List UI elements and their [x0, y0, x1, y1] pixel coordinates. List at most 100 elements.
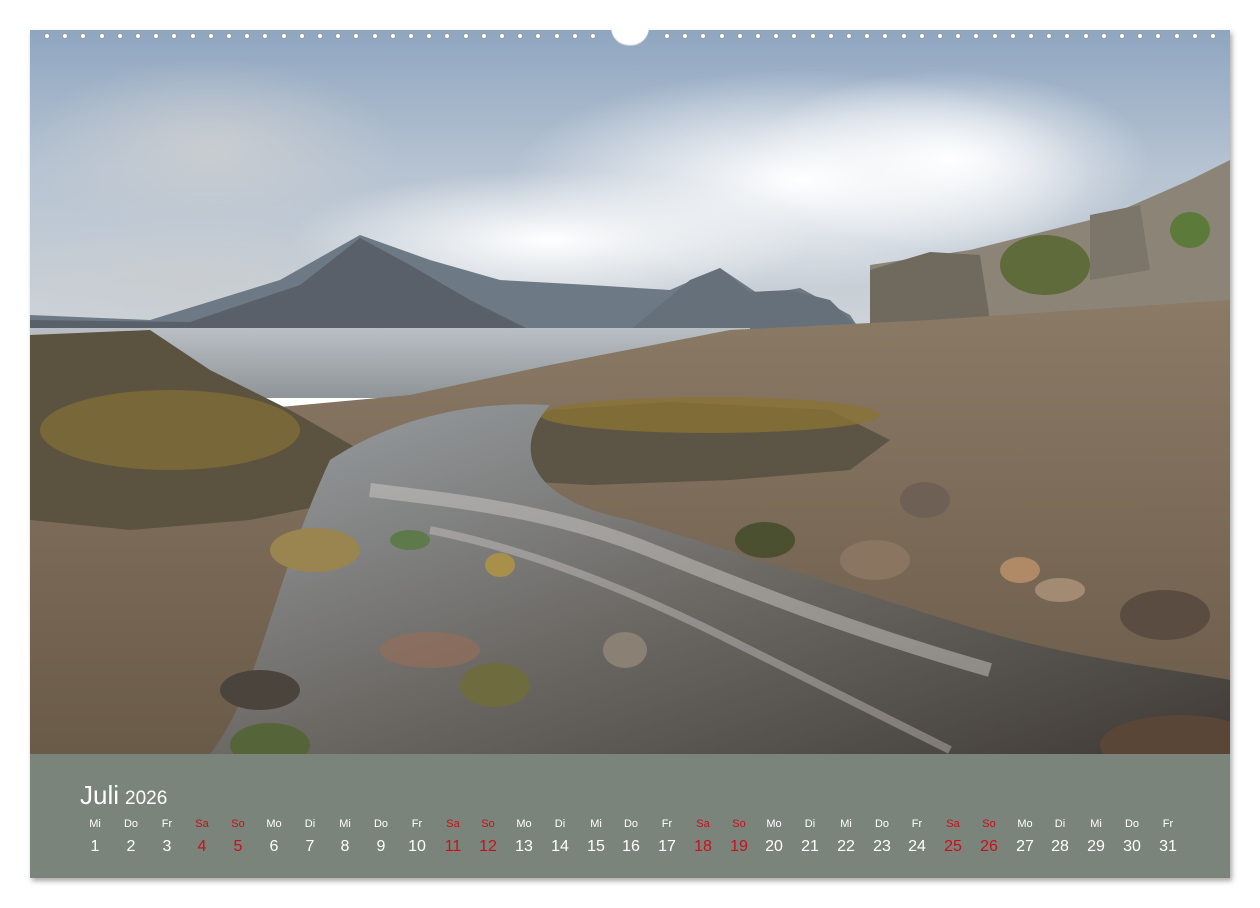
weekday-name: Sa — [446, 818, 460, 830]
binding-hole — [153, 33, 159, 39]
binding-hole — [117, 33, 123, 39]
weekday-name: Di — [804, 818, 816, 830]
day-number: 6 — [269, 838, 279, 855]
binding-hole — [262, 33, 268, 39]
day-strip: Mi 1 Do 2 Fr 3 Sa 4 So 5 Mo 6 Di 7 Mi 8 Do 9 Fr 10 Sa 11 So 12 M… — [77, 818, 1187, 868]
binding-hole — [882, 33, 888, 39]
binding-hole — [1010, 33, 1016, 39]
binding-hole — [1046, 33, 1052, 39]
binding-hole — [390, 33, 396, 39]
weekday-name: Sa — [195, 818, 209, 830]
weekday-name: Mi — [1090, 818, 1102, 830]
binding-hole — [846, 33, 852, 39]
day-number: 12 — [479, 838, 497, 855]
weekday-name: Di — [304, 818, 316, 830]
day-number: 13 — [515, 838, 533, 855]
month-title: Juli 2026 — [80, 780, 167, 811]
binding-hole — [372, 33, 378, 39]
binding-hole — [682, 33, 688, 39]
binding-hole — [791, 33, 797, 39]
day-number: 11 — [444, 838, 462, 855]
binding-hole — [99, 33, 105, 39]
binding-hole — [1137, 33, 1143, 39]
day-number: 27 — [1016, 838, 1034, 855]
weekday-name: Do — [123, 818, 139, 830]
binding-hole — [208, 33, 214, 39]
binding-hole — [408, 33, 414, 39]
weekday-name: Mi — [339, 818, 351, 830]
binding-hole — [1119, 33, 1125, 39]
binding-hole — [810, 33, 816, 39]
calendar-page: Juli 2026 Mi 1 Do 2 Fr 3 Sa 4 So 5 Mo 6 Di 7 Mi 8 Do 9 Fr 10… — [30, 28, 1230, 878]
weekday-name: Mo — [516, 818, 532, 830]
binding-hole — [828, 33, 834, 39]
landscape-photo — [30, 30, 1230, 754]
day-number: 2 — [126, 838, 136, 855]
binding-hole — [517, 33, 523, 39]
binding-hole — [1064, 33, 1070, 39]
weekday-name: So — [231, 818, 245, 830]
weekday-name: Sa — [696, 818, 710, 830]
binding-hole — [426, 33, 432, 39]
binding-hole — [864, 33, 870, 39]
weekday-name: Mi — [840, 818, 852, 830]
binding-hole — [299, 33, 305, 39]
weekday-name: Mo — [266, 818, 282, 830]
weekday-name: Do — [1124, 818, 1140, 830]
weekday-name: Fr — [911, 818, 923, 830]
weekday-name: Di — [1054, 818, 1066, 830]
binding-hole — [1210, 33, 1216, 39]
binding-hole — [353, 33, 359, 39]
weekday-name: Fr — [1162, 818, 1174, 830]
day-number: 5 — [233, 838, 243, 855]
binding-hole — [664, 33, 670, 39]
binding-hole — [190, 33, 196, 39]
weekday-name: Fr — [411, 818, 423, 830]
binding-hole — [1083, 33, 1089, 39]
year-label: 2026 — [125, 788, 168, 809]
binding-hole — [590, 33, 596, 39]
binding-hole — [1155, 33, 1161, 39]
binding-hole — [719, 33, 725, 39]
weekday-name: Mo — [766, 818, 782, 830]
day-number: 9 — [376, 838, 386, 855]
binding-hole — [463, 33, 469, 39]
calendar-band: Juli 2026 Mi 1 Do 2 Fr 3 Sa 4 So 5 Mo 6 Di 7 Mi 8 Do 9 Fr 10… — [30, 754, 1230, 878]
weekday-name: Di — [554, 818, 566, 830]
day-number: 28 — [1051, 838, 1069, 855]
binding-hole — [335, 33, 341, 39]
weekday-name: Fr — [161, 818, 173, 830]
binding-hole — [481, 33, 487, 39]
binding-hole — [773, 33, 779, 39]
day-number: 21 — [801, 838, 819, 855]
day-number: 18 — [694, 838, 712, 855]
weekday-name: Fr — [661, 818, 673, 830]
binding-hole — [62, 33, 68, 39]
day-number: 20 — [765, 838, 783, 855]
binding-hole — [317, 33, 323, 39]
binding-hole — [499, 33, 505, 39]
day-number: 26 — [980, 838, 998, 855]
binding-hole — [737, 33, 743, 39]
weekday-name: Do — [874, 818, 890, 830]
binding-hole — [919, 33, 925, 39]
weekday-name: Mo — [1017, 818, 1033, 830]
day-number: 29 — [1087, 838, 1105, 855]
day-number: 30 — [1123, 838, 1141, 855]
day-number: 17 — [658, 838, 676, 855]
binding-hole — [80, 33, 86, 39]
day-number: 14 — [551, 838, 569, 855]
day-number: 25 — [944, 838, 962, 855]
day-number: 1 — [90, 838, 100, 855]
day-number: 22 — [837, 838, 855, 855]
day-number: 23 — [873, 838, 891, 855]
weekday-name: So — [982, 818, 996, 830]
day-number: 3 — [162, 838, 172, 855]
day-number: 24 — [908, 838, 926, 855]
binding-hole — [973, 33, 979, 39]
binding-hole — [1028, 33, 1034, 39]
binding-hole — [44, 33, 50, 39]
binding-hole — [171, 33, 177, 39]
day-number: 8 — [340, 838, 350, 855]
day-number: 31 — [1159, 838, 1177, 855]
